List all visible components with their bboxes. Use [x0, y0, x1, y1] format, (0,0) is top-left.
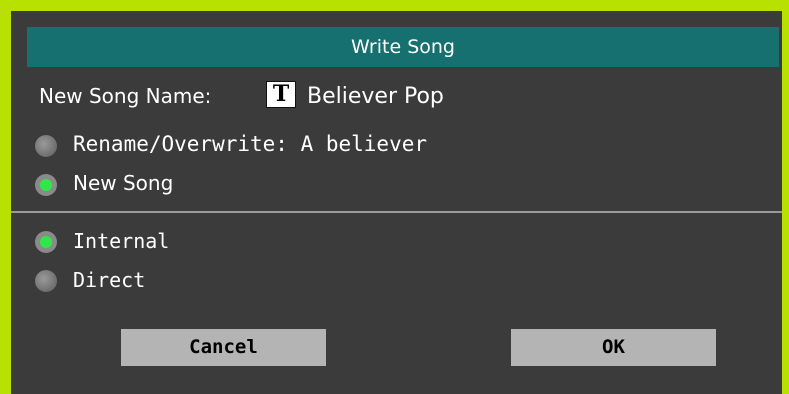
new-song-radio[interactable]	[35, 174, 57, 196]
new-song-name-label: New Song Name:	[39, 84, 212, 108]
new-song-label[interactable]: New Song	[73, 171, 173, 195]
section-divider	[11, 211, 782, 213]
internal-label[interactable]: Internal	[73, 229, 169, 253]
direct-radio[interactable]	[35, 270, 57, 292]
text-edit-icon[interactable]: T	[266, 81, 296, 108]
internal-radio[interactable]	[35, 231, 57, 253]
direct-label[interactable]: Direct	[73, 268, 145, 292]
rename-overwrite-radio[interactable]	[35, 135, 57, 157]
rename-overwrite-label[interactable]: Rename/Overwrite: A believer	[73, 132, 427, 156]
new-song-name-value[interactable]: Believer Pop	[307, 84, 444, 109]
dialog-title: Write Song	[27, 27, 779, 67]
write-song-dialog: Write Song New Song Name: T Believer Pop…	[0, 0, 789, 394]
cancel-button[interactable]: Cancel	[121, 329, 326, 366]
ok-button[interactable]: OK	[511, 329, 716, 366]
